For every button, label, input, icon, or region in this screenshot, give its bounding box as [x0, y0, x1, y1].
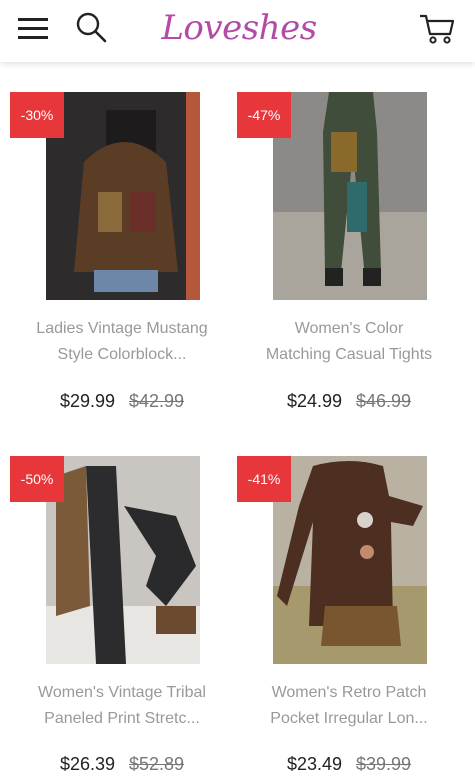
original-price: $46.99	[356, 391, 412, 411]
product-name-line: Style Colorblock...	[57, 346, 187, 363]
menu-icon[interactable]	[18, 14, 50, 42]
price-row: $29.99 $42.99	[10, 391, 234, 412]
product-image[interactable]	[273, 456, 427, 664]
discount-badge: -41%	[237, 456, 291, 502]
product-name-line: Women's Color	[294, 320, 404, 337]
product-name[interactable]: Women's Color Matching Casual Tights	[237, 316, 461, 368]
cart-icon[interactable]	[418, 12, 456, 46]
price-row: $23.49 $39.99	[237, 754, 461, 775]
product-name-line: Paneled Print Stretc...	[44, 710, 200, 727]
sale-price: $29.99	[59, 391, 115, 411]
brand-logo[interactable]: Loveshes	[160, 4, 318, 56]
price-row: $24.99 $46.99	[237, 391, 461, 412]
product-name-line: Women's Vintage Tribal	[38, 684, 206, 701]
product-card[interactable]: -41% Women's Retro Patch Pocket Irregula…	[237, 456, 461, 778]
sale-price: $26.39	[59, 754, 115, 774]
original-price: $52.89	[129, 754, 185, 774]
product-card[interactable]: -47% Women's Color Matching Casual Tight…	[237, 92, 461, 422]
site-header: Loveshes	[0, 0, 475, 62]
product-name[interactable]: Women's Vintage Tribal Paneled Print Str…	[10, 680, 234, 732]
product-image[interactable]	[46, 456, 200, 664]
search-icon[interactable]	[74, 10, 108, 44]
price-row: $26.39 $52.89	[10, 754, 234, 775]
product-name[interactable]: Ladies Vintage Mustang Style Colorblock.…	[10, 316, 234, 368]
discount-badge: -47%	[237, 92, 291, 138]
discount-badge: -50%	[10, 456, 64, 502]
product-name-line: Pocket Irregular Lon...	[270, 710, 428, 727]
product-image[interactable]	[46, 92, 200, 300]
product-name-line: Women's Retro Patch	[271, 684, 427, 701]
product-name[interactable]: Women's Retro Patch Pocket Irregular Lon…	[237, 680, 461, 732]
original-price: $42.99	[129, 391, 185, 411]
product-name-line: Ladies Vintage Mustang	[36, 320, 208, 337]
product-name-line: Matching Casual Tights	[265, 346, 433, 363]
product-card[interactable]: -30% Ladies Vintage Mustang Style Colorb…	[10, 92, 234, 422]
sale-price: $24.99	[286, 391, 342, 411]
product-card[interactable]: -50% Women's Vintage Tribal Paneled Prin…	[10, 456, 234, 778]
original-price: $39.99	[356, 754, 412, 774]
product-image[interactable]	[273, 92, 427, 300]
sale-price: $23.49	[286, 754, 342, 774]
discount-badge: -30%	[10, 92, 64, 138]
